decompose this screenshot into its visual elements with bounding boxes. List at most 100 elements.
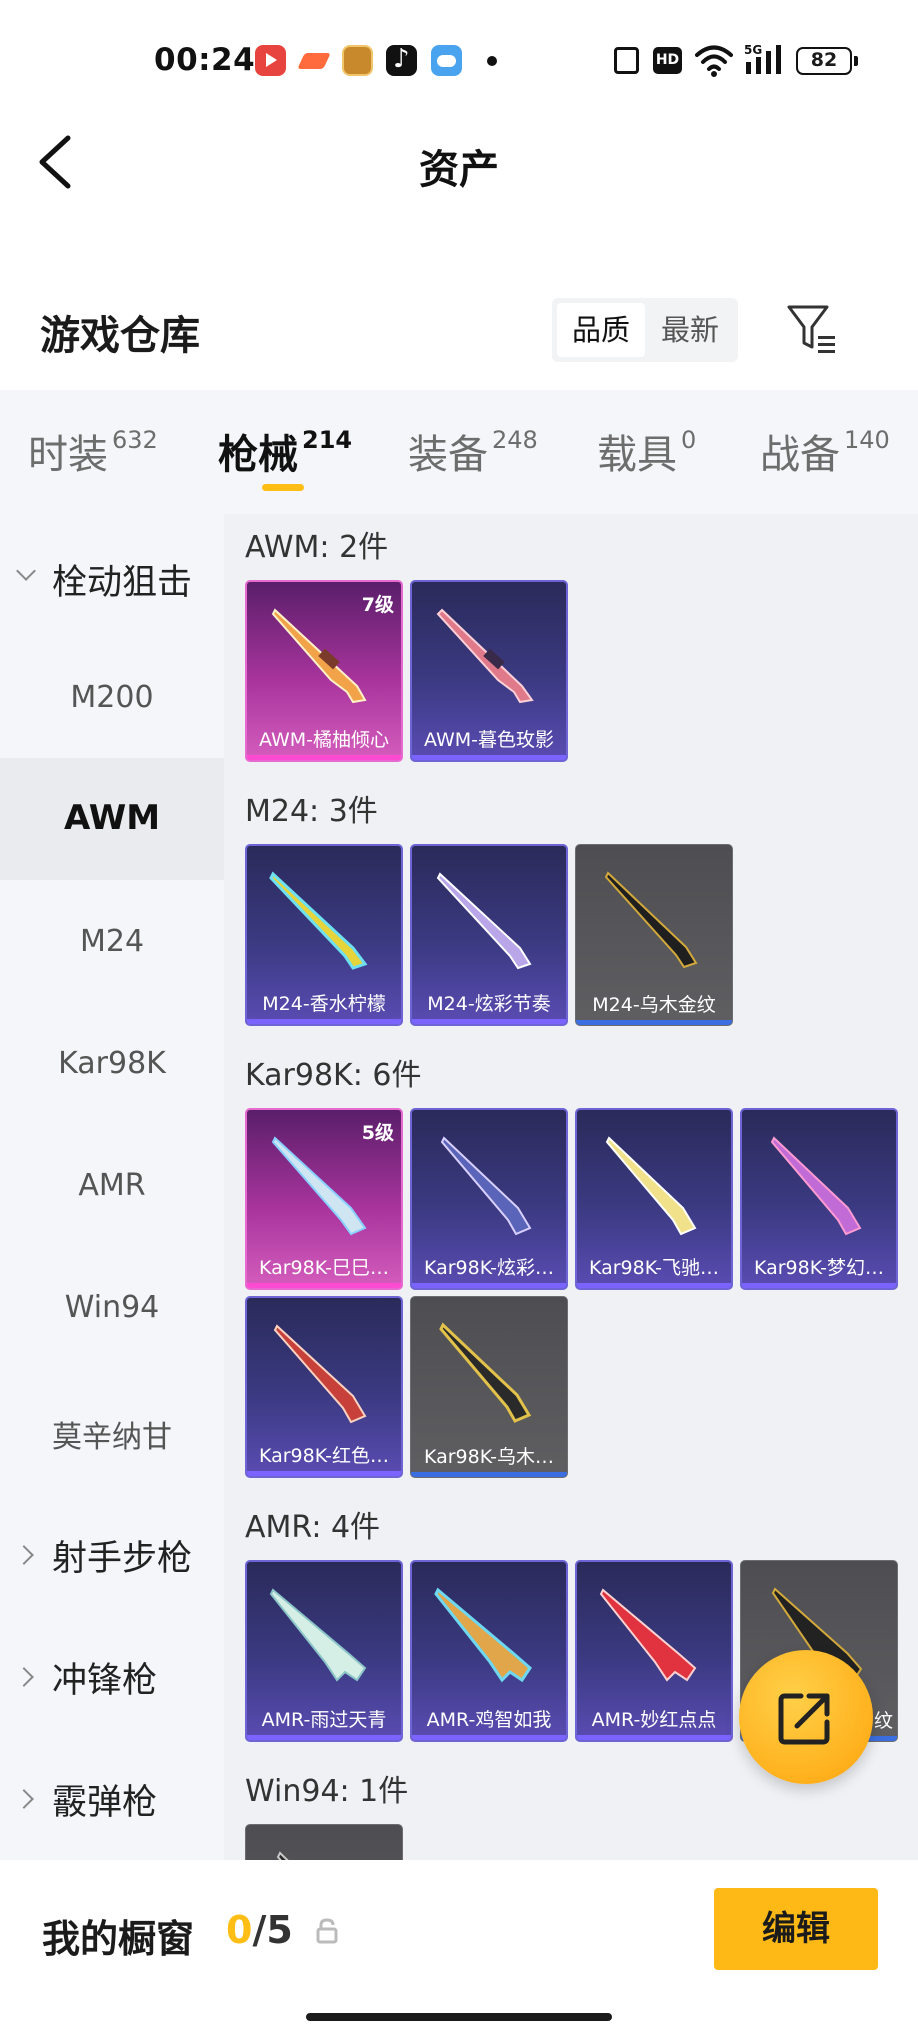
share-icon — [778, 1693, 830, 1745]
skin-name: M24-香水柠檬 — [262, 993, 386, 1015]
rifle-image — [436, 608, 534, 704]
sidebar-item-kar98k[interactable]: Kar98K — [0, 1002, 224, 1124]
skin-card[interactable]: Kar98K-红色… — [245, 1296, 403, 1478]
skin-card[interactable]: M24-香水柠檬 — [245, 844, 403, 1026]
sidebar-item-label: AWM — [63, 798, 161, 838]
skin-name: Kar98K-乌木… — [423, 1446, 555, 1468]
rarity-bar — [742, 1283, 896, 1288]
skin-name: AWM-暮色玫影 — [424, 729, 554, 751]
sidebar-item-win94[interactable]: Win94 — [0, 1246, 224, 1368]
section-title-awm: AWM: 2件 — [245, 530, 389, 565]
tab-count: 632 — [112, 426, 158, 454]
sidebar-item-m200[interactable]: M200 — [0, 636, 224, 758]
skin-name: AMR-雨过天青 — [261, 1709, 387, 1731]
skin-name: M24-乌木金纹 — [592, 994, 716, 1016]
skin-card[interactable]: AMR-雨过天青 — [245, 1560, 403, 1742]
sort-option-newest[interactable]: 最新 — [646, 303, 734, 357]
rarity-bar — [412, 1735, 566, 1740]
tab-vehicles[interactable]: 载具 0 — [597, 422, 696, 480]
game-app-icon — [299, 45, 330, 76]
tab-count: 214 — [302, 426, 353, 454]
rarity-bar — [412, 755, 566, 760]
chevron-down-icon — [16, 561, 36, 581]
skin-card[interactable]: Kar98K-飞驰… — [575, 1108, 733, 1290]
sidebar-item-amr[interactable]: AMR — [0, 1124, 224, 1246]
tab-count: 0 — [681, 426, 697, 454]
skin-name: Kar98K-梦幻… — [753, 1257, 885, 1279]
warehouse-title: 游戏仓库 — [40, 313, 200, 359]
sidebar-group-bolt-action[interactable]: 栓动狙击 — [0, 514, 224, 636]
skin-card[interactable]: AWM-暮色玫影 — [410, 580, 568, 762]
skin-card[interactable] — [245, 1824, 403, 1860]
home-indicator[interactable] — [306, 2013, 612, 2021]
tab-equipment[interactable]: 装备 248 — [408, 422, 538, 480]
showcase-current: 0 — [226, 1908, 253, 1952]
skin-name: Kar98K-炫彩… — [423, 1257, 555, 1279]
rarity-bar — [412, 1019, 566, 1024]
weather-app-icon — [431, 45, 462, 76]
sort-option-quality[interactable]: 品质 — [557, 303, 645, 357]
rifle-image — [439, 1322, 532, 1423]
rarity-bar — [411, 1472, 567, 1477]
skin-card[interactable]: AMR-鸡智如我 — [410, 1560, 568, 1742]
section-title-win94: Win94: 1件 — [245, 1774, 409, 1809]
tab-supplies[interactable]: 战备 140 — [760, 422, 890, 480]
skin-card[interactable]: Kar98K-梦幻… — [740, 1108, 898, 1290]
sidebar-item-awm[interactable]: AWM — [0, 758, 224, 880]
wifi-icon — [695, 45, 733, 77]
chevron-right-icon — [14, 1789, 34, 1809]
section-title-kar98k: Kar98K: 6件 — [245, 1058, 422, 1093]
skin-name: AWM-橘柚倾心 — [259, 729, 389, 751]
rifle-image — [599, 1588, 697, 1682]
skin-name: AMR-妙红点点 — [591, 1709, 717, 1731]
skin-card[interactable]: 7级 AWM-橘柚倾心 — [245, 580, 403, 762]
filter-icon[interactable] — [786, 303, 838, 355]
status-time: 00:24 — [154, 42, 256, 78]
rarity-bar — [412, 1283, 566, 1288]
sidebar-item-label: Kar98K — [58, 1046, 166, 1081]
rifle-image — [434, 1587, 532, 1683]
edit-button[interactable]: 编辑 — [714, 1888, 878, 1970]
showcase-label: 我的橱窗 — [42, 1917, 195, 1961]
skin-name: Kar98K-巳巳… — [258, 1257, 390, 1279]
skin-card[interactable]: 5级 Kar98K-巳巳… — [245, 1108, 403, 1290]
status-bar: 00:24 HD 5G 82 — [0, 0, 918, 120]
share-button[interactable] — [739, 1650, 873, 1784]
skin-card[interactable]: M24-炫彩节奏 — [410, 844, 568, 1026]
tab-label: 战备 — [760, 432, 840, 478]
sidebar-group-smg[interactable]: 冲锋枪 — [0, 1612, 224, 1734]
rarity-bar — [577, 1735, 731, 1740]
rifle-image — [605, 1136, 697, 1236]
tab-firearms[interactable]: 枪械 214 — [218, 422, 352, 480]
sidebar-group-marksman-rifle[interactable]: 射手步枪 — [0, 1490, 224, 1612]
skin-card[interactable]: M24-乌木金纹 — [575, 844, 733, 1026]
sidebar-item-mosin-nagant[interactable]: 莫辛纳甘 — [0, 1368, 224, 1490]
nfc-icon — [614, 47, 639, 74]
rifle-image — [276, 1851, 289, 1860]
skin-card[interactable]: Kar98K-炫彩… — [410, 1108, 568, 1290]
sidebar-group-shotgun[interactable]: 霰弹枪 — [0, 1734, 224, 1856]
tab-label: 时装 — [28, 432, 108, 478]
tiktok-app-icon — [386, 44, 417, 76]
active-tab-indicator — [262, 484, 304, 491]
sidebar-item-label: 霰弹枪 — [52, 1783, 158, 1823]
sidebar-item-m24[interactable]: M24 — [0, 880, 224, 1002]
rifle-image — [269, 871, 368, 970]
sidebar-item-label: 射手步枪 — [52, 1539, 193, 1579]
sidebar-item-label: 栓动狙击 — [52, 563, 193, 603]
hd-icon: HD — [653, 47, 682, 74]
category-tabs: 时装 632 枪械 214 装备 248 载具 0 战备 140 — [0, 390, 918, 514]
video-app-icon — [255, 45, 286, 76]
skin-card[interactable]: Kar98K-乌木… — [410, 1296, 568, 1478]
skin-card[interactable]: AMR-妙红点点 — [575, 1560, 733, 1742]
rifle-image — [269, 1588, 367, 1682]
section-title-amr: AMR: 4件 — [245, 1510, 381, 1545]
rifle-image — [436, 872, 532, 970]
svg-text:5G: 5G — [744, 43, 762, 57]
rarity-bar — [576, 1020, 732, 1025]
rarity-bar — [247, 755, 401, 760]
sidebar-item-label: Win94 — [64, 1290, 160, 1325]
rarity-bar — [577, 1283, 731, 1288]
tab-label: 载具 — [597, 432, 677, 478]
tab-fashion[interactable]: 时装 632 — [28, 422, 158, 480]
